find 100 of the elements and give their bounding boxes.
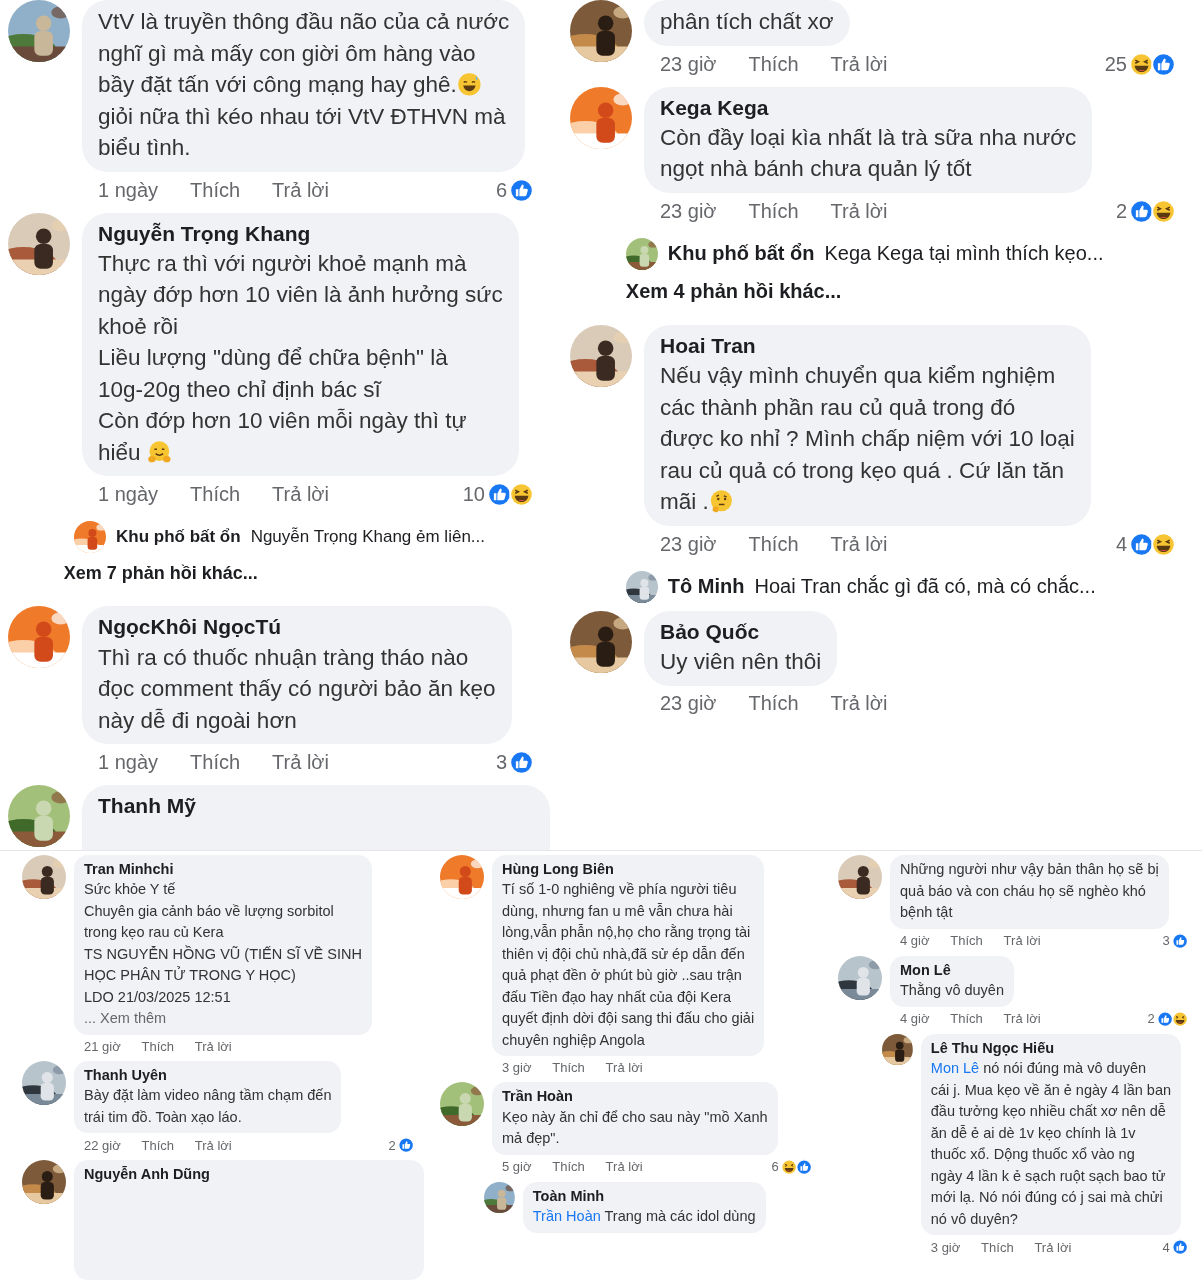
like-link[interactable]: Thích — [748, 199, 799, 223]
comment-text: Nếu vậy mình chuyển qua kiểm nghiệm các thành phần rau củ quả trong đó được ko nhỉ ? Mình chấp niệm với 10 loại rau củ quả có trong kẹo quá . Cứ lăn tăn mãi . — [660, 362, 1075, 517]
like-link[interactable]: Thích — [981, 1239, 1014, 1255]
comment-time: 1 ngày — [98, 178, 159, 202]
commenter-name[interactable]: Bảo Quốc — [660, 616, 822, 647]
reaction-count: 6 — [771, 1159, 779, 1175]
reply-link[interactable]: Trả lời — [830, 691, 888, 715]
like-icon — [1156, 1010, 1173, 1027]
reply-link[interactable]: Trả lời — [830, 52, 888, 76]
reply-link[interactable]: Trả lời — [605, 1060, 643, 1076]
laughing-emoji-icon — [1151, 531, 1176, 557]
reply-author[interactable]: Khu phố bất ổn — [667, 242, 815, 266]
like-link[interactable]: Thích — [950, 933, 983, 949]
reply-snippet[interactable]: Hoai Tran chắc gì đã có, mà có chắc... — [754, 575, 1096, 599]
reply-link[interactable]: Trả lời — [1003, 1011, 1041, 1027]
like-link[interactable]: Thích — [748, 691, 799, 715]
laughing-emoji-icon — [1171, 1010, 1188, 1027]
reaction-count: 2 — [1115, 199, 1127, 223]
like-link[interactable]: Thích — [552, 1159, 585, 1175]
commenter-name[interactable]: Nguyễn Anh Dũng — [84, 1164, 414, 1185]
reaction-count: 6 — [495, 178, 507, 202]
comment-time: 22 giờ — [84, 1137, 121, 1153]
commenter-name[interactable]: Nguyễn Trọng Khang — [98, 218, 503, 248]
comment-text: Mon Lê nó nói đúng mà vô duyên cái j. Mua kẹo về ăn ẻ ngày 4 lần ban đầu tưởng kẹo nhiều chất xơ nên dễ ăn dễ ẻ ai dè 1v kẹo chính là 1v thuốc xổ. Dộng thuốc xổ vào ng ngày 4 lần k ẻ sạch ruột sạch bao tử mới lạ. Nó nói đúng có j sai mà chửi nó vô duyên? — [930, 1059, 1171, 1229]
reaction-count: 4 — [1162, 1239, 1170, 1255]
like-icon — [509, 177, 534, 203]
commenter-name[interactable]: Hùng Long Biên — [502, 859, 755, 880]
reply-author[interactable]: Tô Minh — [667, 575, 745, 599]
comment-time: 4 giờ — [900, 933, 930, 949]
reply-link[interactable]: Trả lời — [1003, 933, 1041, 949]
like-link[interactable]: Thích — [190, 483, 241, 507]
reaction-count: 2 — [388, 1137, 396, 1153]
mention-link[interactable]: Trần Hoàn — [532, 1208, 601, 1225]
comment-time: 3 giờ — [502, 1060, 532, 1076]
like-icon — [487, 482, 512, 508]
comment-time: 23 giờ — [660, 532, 717, 556]
comment-text: Những người như vậy bản thân họ sẽ bị quả báo và con cháu họ sẽ nghèo khó bệnh tật — [900, 860, 1159, 922]
reply-link[interactable]: Trả lời — [272, 178, 329, 202]
thinking-emoji-icon — [708, 489, 734, 514]
comment-time: 23 giờ — [660, 691, 717, 715]
reply-link[interactable]: Trả lời — [1034, 1239, 1072, 1255]
comment-text: Bày đặt làm video nâng tầm chạm đến trái tim đồ. Toàn xạo láo. — [84, 1086, 332, 1127]
like-link[interactable]: Thích — [190, 751, 241, 775]
like-link[interactable]: Thích — [748, 532, 799, 556]
like-link[interactable]: Thích — [950, 1011, 983, 1027]
commenter-name[interactable]: Hoai Tran — [660, 330, 1075, 361]
reply-link[interactable]: Trả lời — [830, 532, 888, 556]
commenter-name[interactable]: NgọcKhôi NgọcTú — [98, 612, 496, 642]
comment-time: 21 giờ — [84, 1038, 121, 1054]
reply-link[interactable]: Trả lời — [272, 751, 329, 775]
laughing-emoji-icon — [509, 482, 534, 508]
like-link[interactable]: Thích — [552, 1060, 585, 1076]
reaction-count: 3 — [495, 751, 507, 775]
reply-snippet[interactable]: Nguyễn Trọng Khang ẻm liên... — [250, 527, 485, 548]
like-link[interactable]: Thích — [141, 1038, 175, 1054]
commenter-name[interactable]: Mon Lê — [900, 959, 1004, 981]
like-link[interactable]: Thích — [141, 1137, 175, 1153]
comment-text: Kẹo này ăn chỉ để cho sau này "mồ Xanh mả đẹp". — [502, 1107, 768, 1149]
comment-text: Thì ra có thuốc nhuận tràng tháo nào đọc comment thấy có người bảo ăn kẹo này dễ đi ngoài hơn — [98, 643, 496, 735]
reply-link[interactable]: Trả lời — [605, 1159, 643, 1175]
commenter-name[interactable]: Tran Minhchi — [84, 859, 362, 880]
like-link[interactable]: Thích — [190, 178, 241, 202]
like-icon — [1151, 51, 1176, 77]
comment-text: Uy viên nên thôi — [660, 648, 822, 677]
view-more-replies-link[interactable]: Xem 7 phản hồi khác... — [63, 563, 550, 585]
commenter-name[interactable]: Thanh Uyên — [84, 1064, 332, 1086]
reply-author[interactable]: Khu phố bất ổn — [116, 527, 241, 548]
like-icon — [1129, 531, 1154, 557]
reaction-count: 4 — [1115, 532, 1127, 556]
commenter-name[interactable]: Trần Hoàn — [502, 1086, 768, 1107]
reply-snippet[interactable]: Kega Kega tại mình thích kẹo... — [824, 242, 1104, 266]
comment-time: 4 giờ — [900, 1011, 930, 1027]
reply-link[interactable]: Trả lời — [272, 483, 329, 507]
laughing-emoji-icon — [1151, 198, 1176, 224]
commenter-name[interactable]: Thanh Mỹ — [98, 791, 534, 821]
reaction-count: 3 — [1162, 933, 1170, 949]
comment-text: Trần Hoàn Trang mà các idol dùng — [532, 1207, 756, 1227]
comment-text: Thực ra thì với người khoẻ mạnh mà ngày đớp hơn 10 viên là ảnh hưởng sức khoẻ rồi Liều lượng "dùng để chữa bệnh" là 10g-20g theo chỉ định bác sĩ Còn đớp hơn 10 viên mỗi ngày thì tự hiểu — [98, 249, 503, 467]
reply-link[interactable]: Trả lời — [830, 199, 888, 223]
commenter-name[interactable]: Kega Kega — [660, 92, 1077, 122]
comment-time: 23 giờ — [660, 199, 717, 223]
like-icon — [509, 750, 534, 776]
like-icon — [1171, 1239, 1188, 1256]
commenter-name[interactable]: Toàn Minh — [532, 1185, 756, 1207]
reply-link[interactable]: Trả lời — [194, 1137, 232, 1153]
comment-text: phân tích chất xơ — [660, 8, 834, 36]
comment-time: 5 giờ — [502, 1159, 532, 1175]
commenter-name[interactable]: Lê Thu Ngọc Hiếu — [930, 1037, 1171, 1059]
laughing-emoji-icon — [780, 1158, 797, 1175]
view-more-replies-link[interactable]: Xem 4 phản hồi khác... — [625, 279, 1192, 303]
like-icon — [795, 1158, 812, 1175]
comment-text: VtV là truyền thông đầu não của cả nước nghĩ gì mà mấy con giời ôm hàng vào bầy đặt tấn với công mạng hay ghê. giỏi nữa thì kéo nhau tới VtV ĐTHVN mà biểu tình. — [98, 8, 510, 162]
like-link[interactable]: Thích — [748, 52, 799, 76]
like-icon — [1129, 198, 1154, 224]
comment-text: Còn đầy loại kìa nhất là trà sữa nha nước ngọt nhà bánh chưa quản lý tốt — [660, 123, 1077, 184]
laughing-emoji-icon — [1129, 51, 1154, 77]
mention-link[interactable]: Mon Lê — [930, 1060, 980, 1077]
like-icon — [1171, 932, 1188, 949]
see-more-link[interactable]: ... Xem thêm — [84, 1010, 167, 1027]
reply-link[interactable]: Trả lời — [194, 1038, 232, 1054]
